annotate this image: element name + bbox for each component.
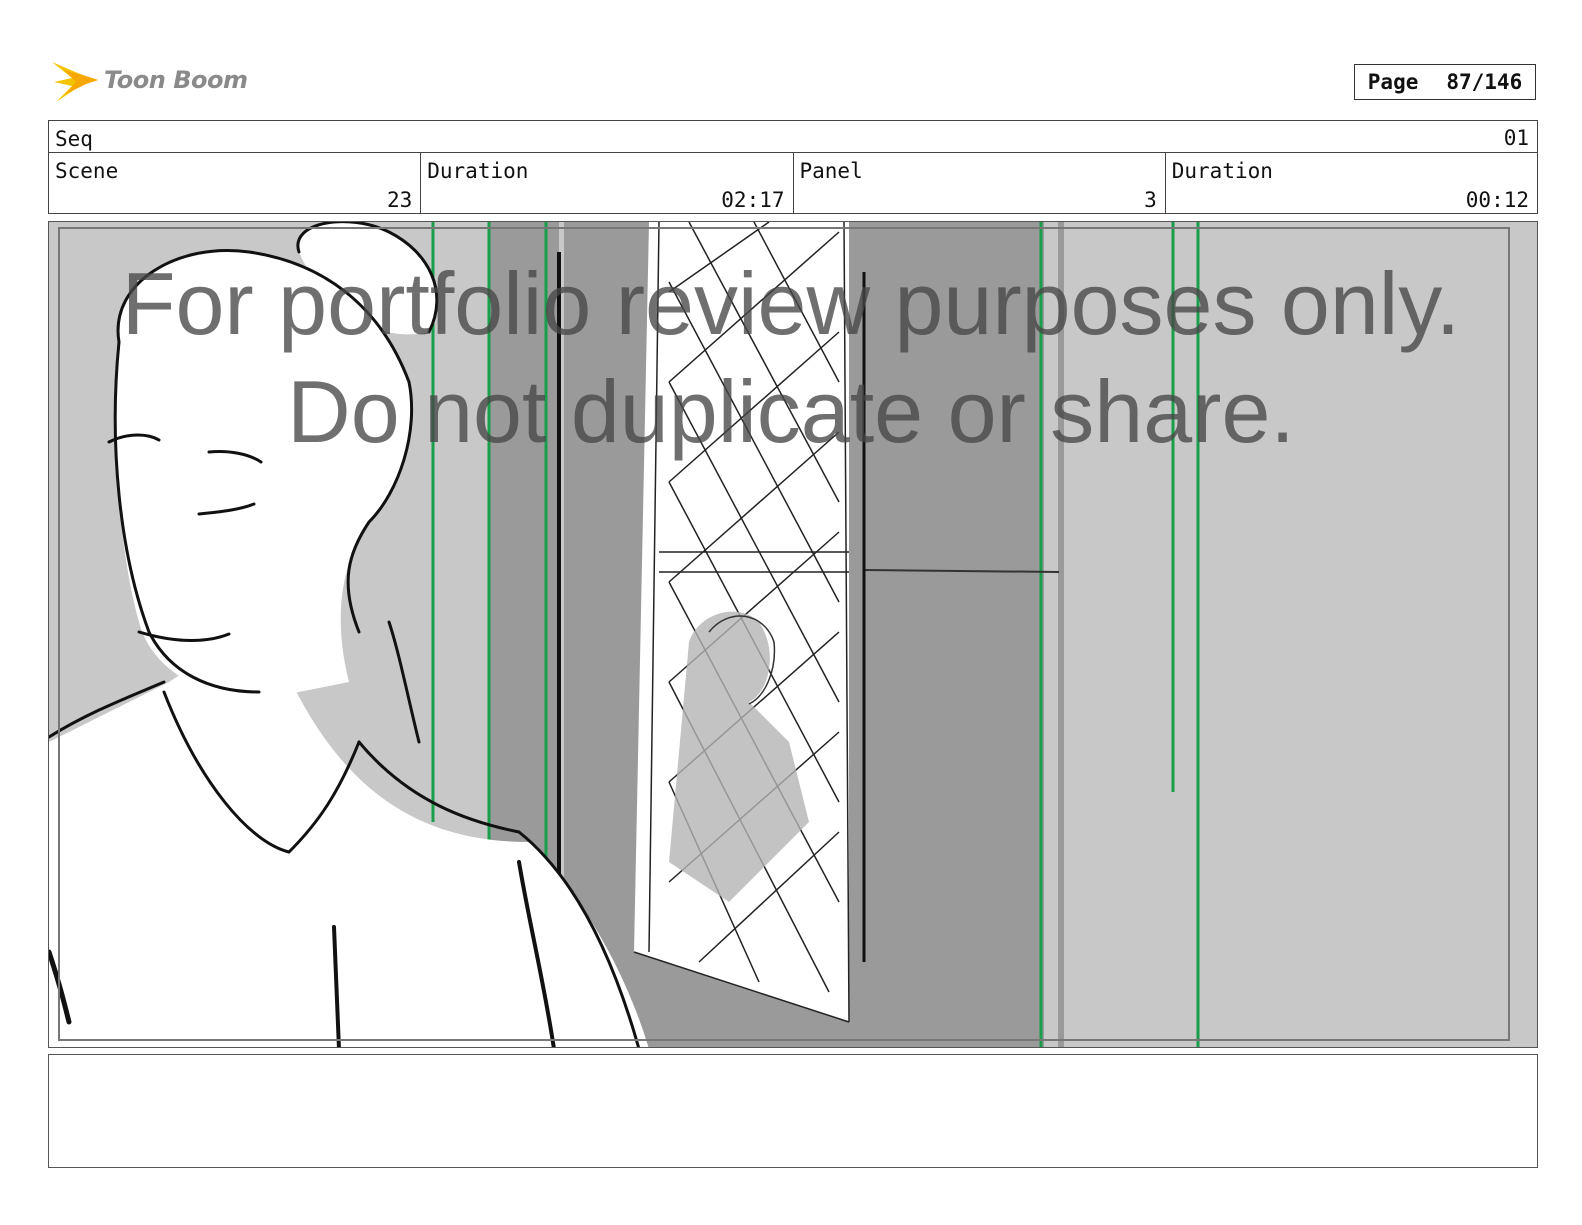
- panel-cell: Panel 3: [794, 153, 1166, 214]
- panel-label: Panel: [799, 159, 863, 183]
- scene-value: 23: [386, 188, 413, 212]
- seq-row: Seq 01: [49, 121, 1537, 153]
- seq-label: Seq: [55, 127, 93, 151]
- info-row: Scene 23 Duration 02:17 Panel 3 Duration…: [49, 153, 1537, 214]
- panel-value: 3: [1144, 188, 1157, 212]
- scene-duration-value: 02:17: [721, 188, 785, 212]
- panel-duration-cell: Duration 00:12: [1166, 153, 1537, 214]
- panel-duration-value: 00:12: [1465, 188, 1529, 212]
- scene-duration-cell: Duration 02:17: [421, 153, 794, 214]
- page-number: 87/146: [1446, 70, 1523, 94]
- storyboard-header: Seq 01 Scene 23 Duration 02:17 Panel 3 D…: [48, 120, 1538, 214]
- scene-label: Scene: [55, 159, 119, 183]
- seq-value: 01: [1503, 126, 1529, 150]
- scene-cell: Scene 23: [49, 153, 422, 214]
- panel-notes-box: [48, 1054, 1538, 1168]
- scene-duration-label: Duration: [427, 159, 529, 183]
- logo-text: Toon Boom: [104, 66, 248, 94]
- toon-boom-star-icon: [52, 62, 98, 102]
- panel-duration-label: Duration: [1171, 159, 1273, 183]
- page-counter: Page 87/146: [1354, 64, 1536, 100]
- toon-boom-logo: Toon Boom: [50, 56, 250, 108]
- panel-sketch: [49, 222, 1537, 1047]
- page-label: Page: [1367, 70, 1419, 94]
- storyboard-panel-image: [48, 221, 1538, 1048]
